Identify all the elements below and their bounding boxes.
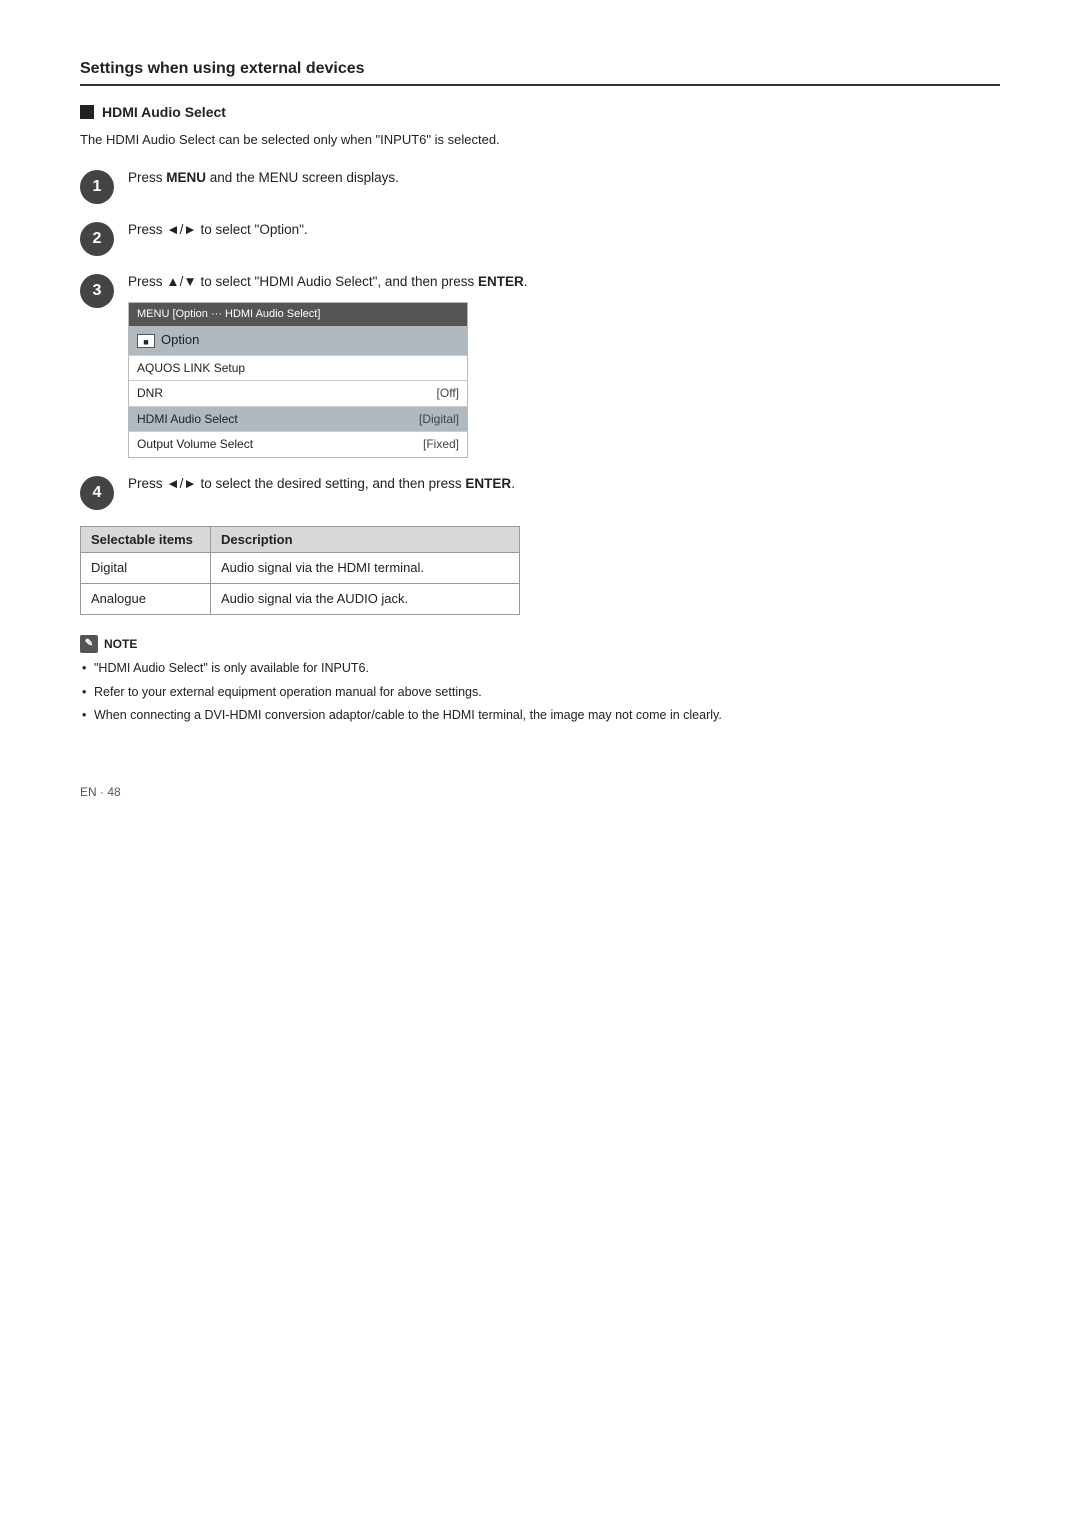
menu-row-1-label: DNR	[129, 381, 366, 407]
menu-row-3-value: [Fixed]	[366, 432, 467, 457]
note-icon: ✎	[80, 635, 98, 653]
selectable-item-1: Analogue	[81, 584, 211, 615]
menu-row-0-value	[366, 355, 467, 381]
menu-row-2-label: HDMI Audio Select	[129, 406, 366, 432]
note-header: ✎ NOTE	[80, 635, 1000, 653]
selectable-description-1: Audio signal via the AUDIO jack.	[211, 584, 520, 615]
step-3-prefix: Press	[128, 274, 166, 289]
menu-row-2: HDMI Audio Select [Digital]	[129, 406, 467, 432]
step-3: 3 Press ▲/▼ to select "HDMI Audio Select…	[80, 272, 1000, 458]
step-1: 1 Press MENU and the MENU screen display…	[80, 168, 1000, 204]
menu-option-icon: ■	[137, 334, 155, 348]
step-3-badge: 3	[80, 274, 114, 308]
note-section: ✎ NOTE "HDMI Audio Select" is only avail…	[80, 635, 1000, 725]
menu-header: MENU [Option ··· HDMI Audio Select]	[129, 303, 467, 326]
note-item-2: When connecting a DVI-HDMI conversion ad…	[80, 706, 1000, 725]
step-2-prefix: Press	[128, 222, 166, 237]
step-4-bold: ENTER	[465, 476, 511, 491]
step-2-content: Press ◄/► to select "Option".	[128, 220, 1000, 241]
step-4-end: .	[511, 476, 515, 491]
selectable-table-header-col2: Description	[211, 526, 520, 552]
menu-row-3: Output Volume Select [Fixed]	[129, 432, 467, 457]
step-3-bold: ENTER	[478, 274, 524, 289]
menu-screenshot: MENU [Option ··· HDMI Audio Select] ■ Op…	[128, 302, 468, 458]
subsection-title-text: HDMI Audio Select	[102, 104, 226, 120]
menu-row-1: DNR [Off]	[129, 381, 467, 407]
section-title: Settings when using external devices	[80, 60, 1000, 86]
step-2: 2 Press ◄/► to select "Option".	[80, 220, 1000, 256]
step-1-badge: 1	[80, 170, 114, 204]
step-2-arrow-icon: ◄/►	[166, 222, 196, 237]
menu-row-0-label: AQUOS LINK Setup	[129, 355, 366, 381]
subsection-title: HDMI Audio Select	[80, 104, 1000, 120]
step-4-suffix: to select the desired setting, and then …	[197, 476, 466, 491]
menu-row-3-label: Output Volume Select	[129, 432, 366, 457]
selectable-table-row-1: Analogue Audio signal via the AUDIO jack…	[81, 584, 520, 615]
step-2-badge: 2	[80, 222, 114, 256]
intro-text: The HDMI Audio Select can be selected on…	[80, 130, 1000, 150]
step-3-arrow-icon: ▲/▼	[166, 274, 196, 289]
step-3-end: .	[524, 274, 528, 289]
menu-row-0: AQUOS LINK Setup	[129, 355, 467, 381]
selectable-description-0: Audio signal via the HDMI terminal.	[211, 552, 520, 583]
menu-row-1-value: [Off]	[366, 381, 467, 407]
selectable-table-header-col1: Selectable items	[81, 526, 211, 552]
selectable-item-0: Digital	[81, 552, 211, 583]
note-list: "HDMI Audio Select" is only available fo…	[80, 659, 1000, 725]
note-label: NOTE	[104, 637, 137, 651]
selectable-table-header-row: Selectable items Description	[81, 526, 520, 552]
step-3-content: Press ▲/▼ to select "HDMI Audio Select",…	[128, 272, 1000, 458]
step-4-prefix: Press	[128, 476, 166, 491]
menu-option-row: ■ Option	[129, 326, 467, 354]
step-4-badge: 4	[80, 476, 114, 510]
selectable-table: Selectable items Description Digital Aud…	[80, 526, 520, 615]
step-1-bold: MENU	[166, 170, 206, 185]
selectable-table-row-0: Digital Audio signal via the HDMI termin…	[81, 552, 520, 583]
step-1-suffix: and the MENU screen displays.	[206, 170, 399, 185]
note-item-1: Refer to your external equipment operati…	[80, 683, 1000, 702]
note-item-0: "HDMI Audio Select" is only available fo…	[80, 659, 1000, 678]
step-4-arrow-icon: ◄/►	[166, 476, 196, 491]
step-4: 4 Press ◄/► to select the desired settin…	[80, 474, 1000, 510]
menu-table: AQUOS LINK Setup DNR [Off] HDMI Audio Se…	[129, 355, 467, 457]
step-4-content: Press ◄/► to select the desired setting,…	[128, 474, 1000, 495]
step-3-suffix: to select "HDMI Audio Select", and then …	[197, 274, 478, 289]
step-1-content: Press MENU and the MENU screen displays.	[128, 168, 1000, 189]
step-1-prefix: Press	[128, 170, 166, 185]
black-square-icon	[80, 105, 94, 119]
step-2-suffix: to select "Option".	[197, 222, 308, 237]
menu-option-label: Option	[161, 330, 199, 350]
menu-row-2-value: [Digital]	[366, 406, 467, 432]
footer: EN · 48	[80, 785, 1000, 799]
